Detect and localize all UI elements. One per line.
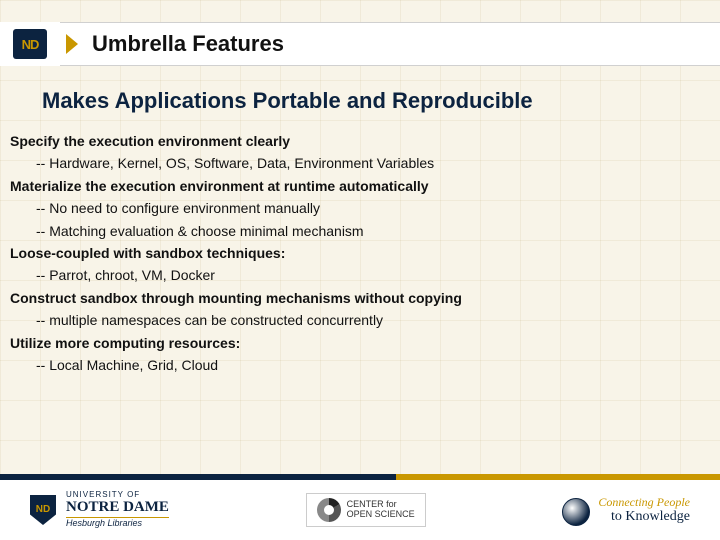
cos-logo-icon <box>317 498 341 522</box>
slide-subtitle: Makes Applications Portable and Reproduc… <box>42 88 533 114</box>
section-heading: Utilize more computing resources: <box>10 332 700 354</box>
section-point: -- Local Machine, Grid, Cloud <box>10 354 700 376</box>
title-bar: ND Umbrella Features <box>0 22 720 66</box>
section-heading: Loose-coupled with sandbox techniques: <box>10 242 700 264</box>
chevron-right-icon <box>66 34 78 54</box>
footer-nd-block: ND UNIVERSITY OF NOTRE DAME Hesburgh Lib… <box>30 491 169 529</box>
footer-cos-text: CENTER for OPEN SCIENCE <box>347 500 415 520</box>
footer-connect-line2: to Knowledge <box>598 509 690 524</box>
footer-nd-text: UNIVERSITY OF NOTRE DAME Hesburgh Librar… <box>66 491 169 529</box>
section-point: -- No need to configure environment manu… <box>10 197 700 219</box>
globe-icon <box>562 498 590 526</box>
section-heading: Materialize the execution environment at… <box>10 175 700 197</box>
slide-body: Specify the execution environment clearl… <box>10 130 700 376</box>
section-heading: Specify the execution environment clearl… <box>10 130 700 152</box>
section-point: -- Matching evaluation & choose minimal … <box>10 220 700 242</box>
shield-icon: ND <box>30 495 56 525</box>
nd-monogram-icon: ND <box>13 29 47 59</box>
footer-connect-line1: Connecting People <box>598 496 690 509</box>
footer-connect-block: Connecting People to Knowledge <box>562 496 690 525</box>
nd-logo: ND <box>0 22 60 66</box>
footer-nd-line2: NOTRE DAME <box>66 500 169 516</box>
footer-cos-line2: OPEN SCIENCE <box>347 510 415 520</box>
section-heading: Construct sandbox through mounting mecha… <box>10 287 700 309</box>
footer-cos-block: CENTER for OPEN SCIENCE <box>306 493 426 527</box>
section-point: -- Parrot, chroot, VM, Docker <box>10 264 700 286</box>
slide-title: Umbrella Features <box>92 31 284 57</box>
section-point: -- Hardware, Kernel, OS, Software, Data,… <box>10 152 700 174</box>
section-point: -- multiple namespaces can be constructe… <box>10 309 700 331</box>
footer-nd-line3: Hesburgh Libraries <box>66 517 169 528</box>
footer: ND UNIVERSITY OF NOTRE DAME Hesburgh Lib… <box>0 480 720 540</box>
